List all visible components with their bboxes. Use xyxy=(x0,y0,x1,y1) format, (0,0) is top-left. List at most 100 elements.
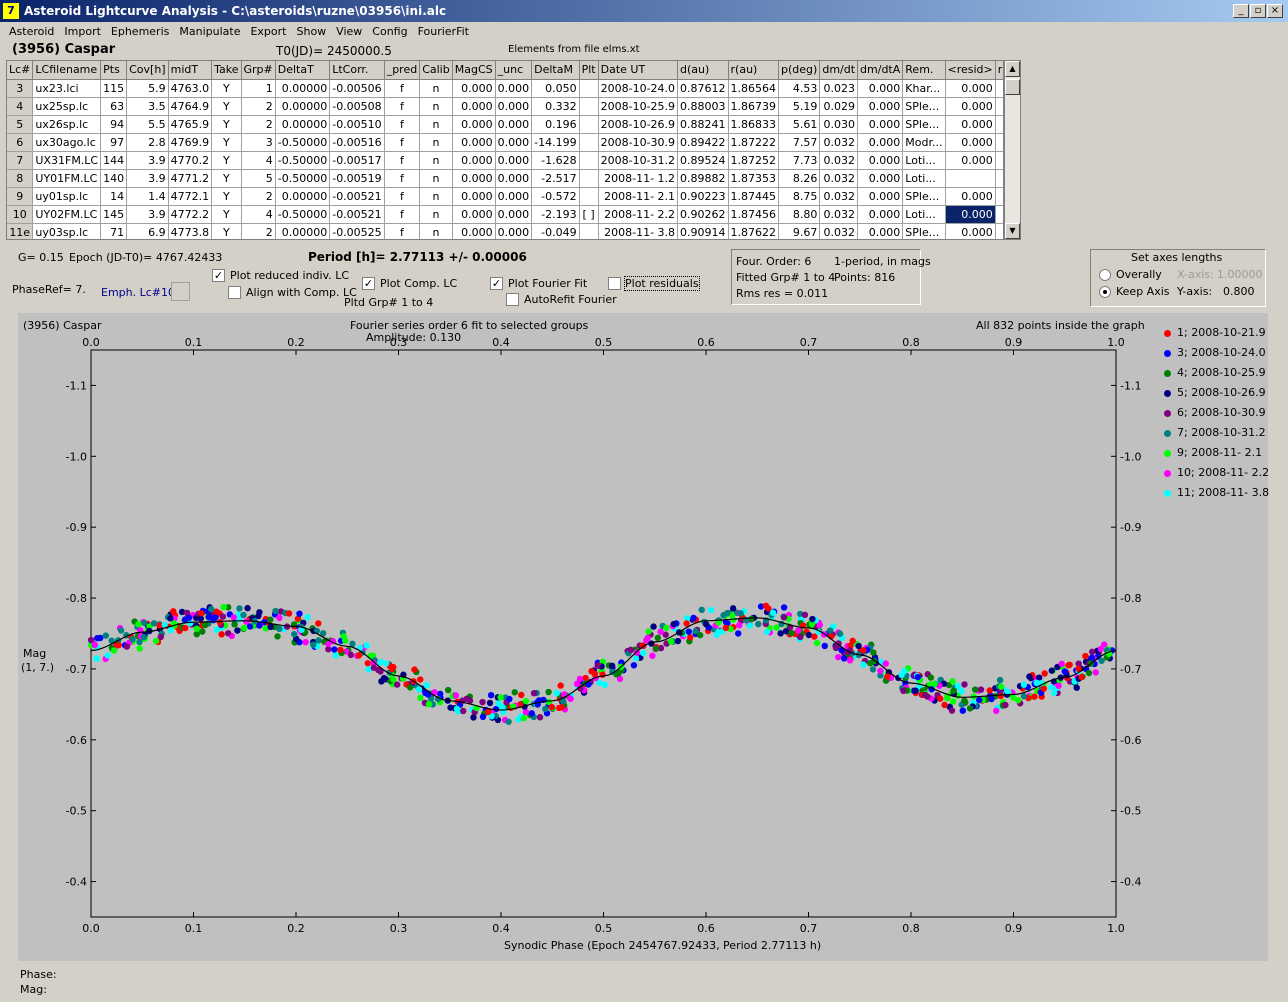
column-header[interactable]: Calib xyxy=(419,61,453,80)
table-cell[interactable]: -0.00506 xyxy=(329,79,385,98)
table-row[interactable]: 6 ux30ago.lc 97 2.8 4769.9 Y 3 -0.50000 -0.00516… xyxy=(7,133,1003,152)
table-cell[interactable]: 0.000 xyxy=(857,151,904,170)
table-cell[interactable]: Y xyxy=(211,115,242,134)
table-cell[interactable]: 1.86739 xyxy=(728,97,780,116)
column-header[interactable]: Date UT xyxy=(598,61,679,80)
table-cell[interactable]: 0.000 xyxy=(945,97,996,116)
table-cell[interactable]: -0.50000 xyxy=(275,205,331,224)
column-header[interactable]: d(au) xyxy=(677,61,729,80)
table-cell[interactable]: -14.199 xyxy=(531,133,580,152)
table-cell[interactable]: 0.000 xyxy=(452,115,496,134)
table-cell[interactable]: 14 xyxy=(100,187,128,206)
table-cell[interactable]: 5 xyxy=(241,169,276,188)
table-cell[interactable]: 0.000 xyxy=(495,133,533,152)
table-cell[interactable]: 1.86564 xyxy=(728,79,780,98)
table-cell[interactable]: 2008-11- 3.8 xyxy=(598,223,679,239)
column-header[interactable]: Cov[h] xyxy=(126,61,169,80)
table-cell[interactable]: 2 xyxy=(241,115,276,134)
table-cell[interactable]: 0.000 xyxy=(495,223,533,239)
table-cell[interactable]: 9.67 xyxy=(778,223,821,239)
table-cell[interactable]: 4.53 xyxy=(778,79,821,98)
table-cell[interactable]: 4 xyxy=(7,97,34,116)
table-cell[interactable]: 5 xyxy=(7,115,34,134)
table-cell[interactable]: Modr... xyxy=(902,133,946,152)
table-cell[interactable]: ux26sp.lc xyxy=(32,115,102,134)
table-cell[interactable]: Y xyxy=(211,79,242,98)
table-cell[interactable]: n xyxy=(419,133,453,152)
table-cell[interactable]: 8.26 xyxy=(778,169,821,188)
menu-export[interactable]: Export xyxy=(245,22,291,42)
x-axis-value[interactable]: 1.00000 xyxy=(1217,268,1263,281)
table-cell[interactable]: 4773.8 xyxy=(168,223,213,239)
table-cell[interactable] xyxy=(995,169,1003,188)
table-cell[interactable]: -0.049 xyxy=(531,223,580,239)
table-cell[interactable]: f xyxy=(384,205,421,224)
table-cell[interactable]: Y xyxy=(211,133,242,152)
table-cell[interactable]: 9 xyxy=(7,187,34,206)
table-cell[interactable]: 0.88003 xyxy=(677,97,729,116)
column-header[interactable]: Take xyxy=(211,61,242,80)
table-cell[interactable]: 2008-11- 2.2 xyxy=(598,205,679,224)
table-cell[interactable]: 1.86833 xyxy=(728,115,780,134)
table-cell[interactable]: -0.00521 xyxy=(329,205,385,224)
table-cell[interactable]: 2.8 xyxy=(126,133,169,152)
table-cell[interactable]: UY01FM.LC xyxy=(32,169,102,188)
plot-reduced-checkbox[interactable]: ✓ xyxy=(212,269,225,282)
table-cell[interactable]: f xyxy=(384,223,421,239)
table-cell[interactable]: 5.61 xyxy=(778,115,821,134)
column-header[interactable]: r(au) xyxy=(728,61,780,80)
table-cell[interactable]: 0.00000 xyxy=(275,79,331,98)
y-axis-value[interactable]: 0.800 xyxy=(1223,285,1255,298)
table-cell[interactable]: 0.000 xyxy=(857,97,904,116)
column-header[interactable]: Pts xyxy=(100,61,128,80)
table-cell[interactable]: 0.332 xyxy=(531,97,580,116)
table-cell[interactable]: 5.9 xyxy=(126,79,169,98)
table-cell[interactable]: 0.000 xyxy=(452,187,496,206)
lightcurve-plot[interactable]: 0.00.00.10.10.20.20.30.30.40.40.50.50.60… xyxy=(18,313,1268,961)
table-cell[interactable]: -2.517 xyxy=(531,169,580,188)
table-cell[interactable]: 0.000 xyxy=(452,205,496,224)
table-cell[interactable]: 0.88241 xyxy=(677,115,729,134)
table-cell[interactable]: 0.013 xyxy=(995,151,1003,170)
table-cell[interactable]: n xyxy=(419,79,453,98)
emph-spinner[interactable] xyxy=(171,282,190,301)
table-cell[interactable]: f xyxy=(384,115,421,134)
column-header[interactable]: DeltaT xyxy=(275,61,331,80)
table-cell[interactable]: [ ] xyxy=(579,205,599,224)
lightcurve-graph[interactable]: 0.0 0.0 0.1 0.1 0.2 0.2 0.3 0.3 0.4 0.4 0.5 0.5 0.6 0… xyxy=(18,313,1269,961)
table-cell[interactable]: 0.030 xyxy=(819,115,859,134)
table-cell[interactable]: 0.007 xyxy=(995,115,1003,134)
table-cell[interactable]: 6.9 xyxy=(126,223,169,239)
table-cell[interactable]: -0.00516 xyxy=(329,133,385,152)
table-cell[interactable]: Y xyxy=(211,223,242,239)
table-cell[interactable]: 0.196 xyxy=(531,115,580,134)
table-cell[interactable]: n xyxy=(419,205,453,224)
table-cell[interactable]: 4772.1 xyxy=(168,187,213,206)
overally-radio[interactable] xyxy=(1099,269,1111,281)
table-cell[interactable]: 0.000 xyxy=(452,97,496,116)
table-cell[interactable]: 1.4 xyxy=(126,187,169,206)
table-cell[interactable]: 0.000 xyxy=(452,169,496,188)
table-cell[interactable]: -0.50000 xyxy=(275,151,331,170)
table-cell[interactable]: 0.050 xyxy=(531,79,580,98)
table-cell[interactable]: 3.9 xyxy=(126,151,169,170)
table-cell[interactable]: 11e xyxy=(7,223,34,239)
table-cell[interactable]: 2008-11- 2.1 xyxy=(598,187,679,206)
table-cell[interactable]: 2 xyxy=(241,223,276,239)
table-cell[interactable]: Y xyxy=(211,97,242,116)
table-cell[interactable]: 0.000 xyxy=(945,133,996,152)
column-header[interactable]: rms res xyxy=(995,61,1003,80)
table-cell[interactable]: 63 xyxy=(100,97,128,116)
menu-import[interactable]: Import xyxy=(59,22,106,42)
table-cell[interactable] xyxy=(579,133,599,152)
table-cell[interactable]: 5.19 xyxy=(778,97,821,116)
table-cell[interactable]: SPle... xyxy=(902,97,946,116)
table-cell[interactable] xyxy=(579,115,599,134)
table-cell[interactable]: 0.023 xyxy=(819,79,859,98)
table-cell[interactable]: 1.87622 xyxy=(728,223,780,239)
table-cell[interactable]: 0.000 xyxy=(452,223,496,239)
table-cell[interactable]: Y xyxy=(211,205,242,224)
table-cell[interactable]: -2.193 xyxy=(531,205,580,224)
table-cell[interactable]: 0.000 xyxy=(945,115,996,134)
table-cell[interactable]: 0.000 xyxy=(857,115,904,134)
